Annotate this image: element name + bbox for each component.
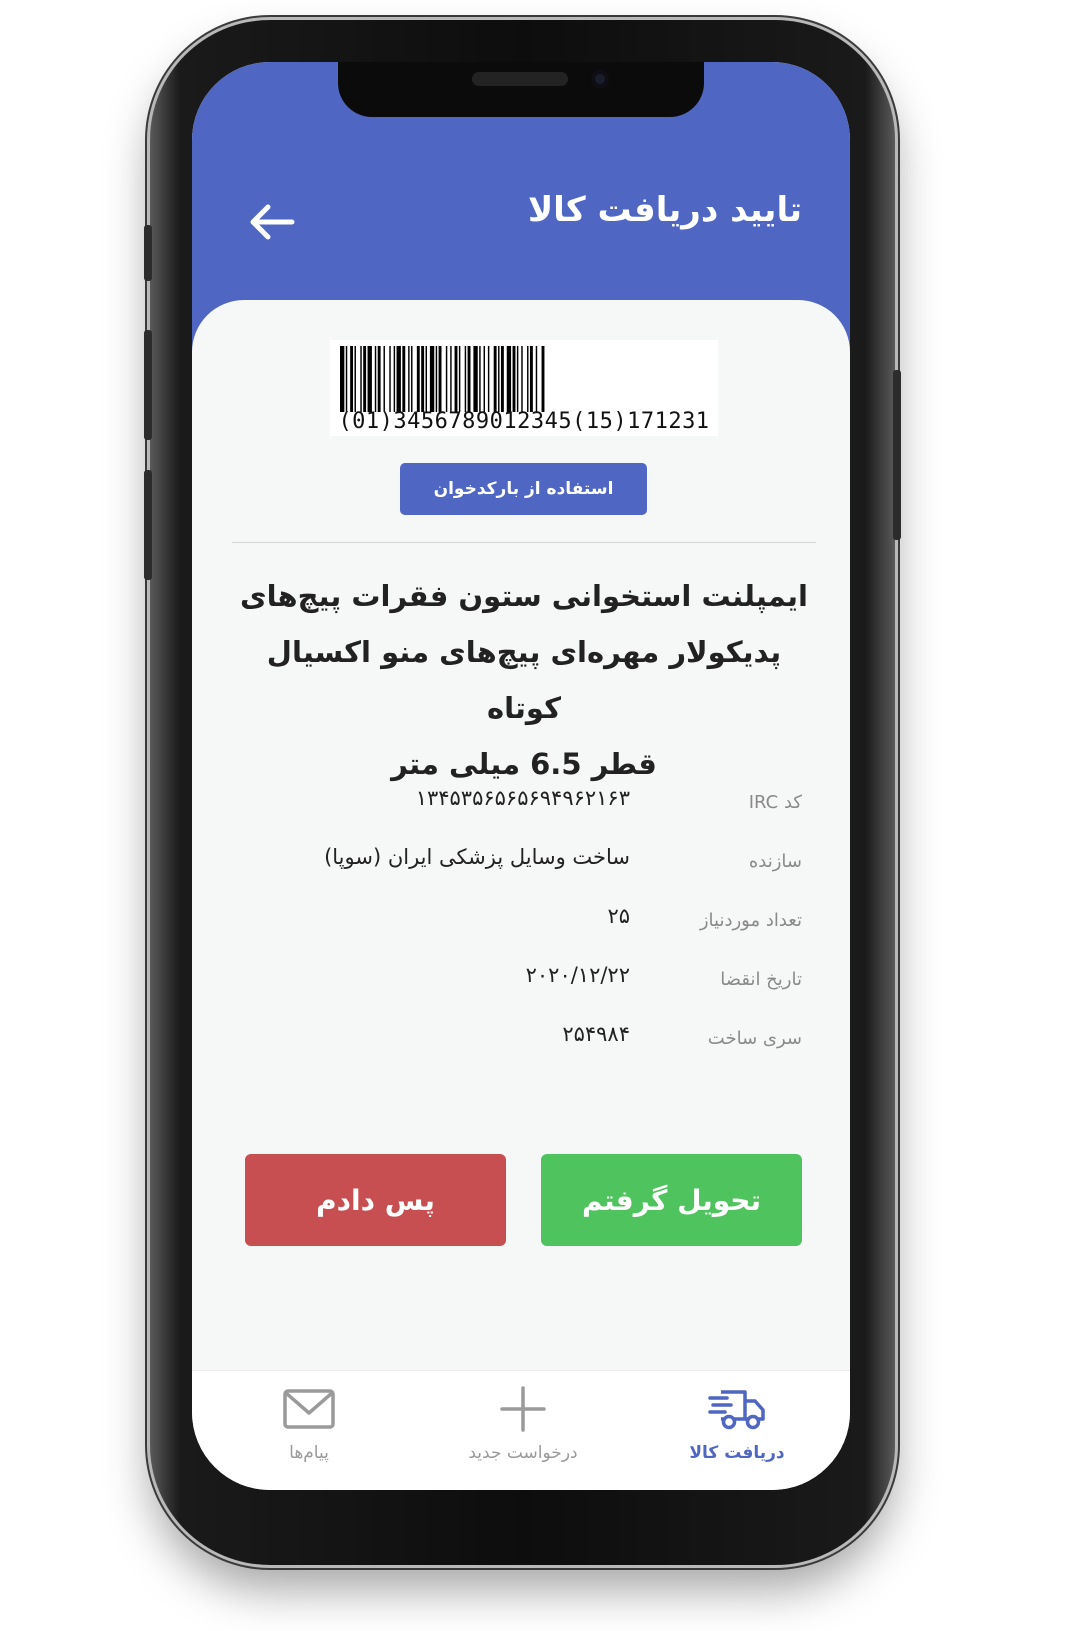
detail-label: کد IRC (748, 792, 802, 813)
notch (338, 62, 704, 117)
nav-label-new-request: درخواست جدید (468, 1443, 578, 1463)
back-arrow-icon[interactable] (248, 202, 296, 242)
truck-icon (708, 1390, 765, 1430)
detail-value: ۲۰۲۰/۱۲/۲۲ (525, 963, 630, 987)
product-name-line: قطر 6.5 میلی متر (391, 747, 657, 781)
receive-button[interactable]: تحویل گرفتم (541, 1154, 802, 1246)
detail-row-manufacturer: سازنده ساخت وسایل پزشکی ایران (سوپا) (192, 845, 850, 885)
mail-icon (283, 1389, 335, 1429)
detail-value: ساخت وسایل پزشکی ایران (سوپا) (324, 845, 630, 869)
volume-up-button (144, 330, 152, 440)
detail-value: ۱۳۴۵۳۵۶۵۶۵۶۹۴۹۶۲۱۶۳ (415, 786, 630, 810)
divider (232, 542, 816, 543)
nav-item-messages[interactable]: پیام‌ها (234, 1371, 384, 1490)
speaker-grille (472, 72, 568, 86)
return-button[interactable]: پس دادم (245, 1154, 506, 1246)
detail-row-irc: کد IRC ۱۳۴۵۳۵۶۵۶۵۶۹۴۹۶۲۱۶۳ (192, 786, 850, 826)
product-name: ایمپلنت استخوانی ستون فقرات پیچ‌های پدیک… (232, 568, 816, 792)
nav-label-messages: پیام‌ها (289, 1443, 329, 1463)
nav-item-new-request[interactable]: درخواست جدید (448, 1371, 598, 1490)
detail-label: سری ساخت (707, 1028, 802, 1049)
front-camera (591, 70, 609, 88)
detail-row-expiry: تاریخ انقضا ۲۰۲۰/۱۲/۲۲ (192, 963, 850, 1003)
detail-row-batch: سری ساخت ۲۵۴۹۸۴ (192, 1022, 850, 1062)
detail-value: ۲۵۴۹۸۴ (562, 1022, 630, 1046)
barcode-bars (340, 346, 545, 412)
detail-value: ۲۵ (607, 904, 630, 928)
nav-label-receive-goods: دریافت کالا (689, 1443, 785, 1463)
barcode: (01)3456789012345(15)171231 (330, 340, 718, 436)
page-title: تایید دریافت کالا (527, 190, 802, 230)
volume-down-button (144, 470, 152, 580)
barcode-scanner-button[interactable]: استفاده از بارکدخوان (400, 463, 647, 515)
power-button (893, 370, 901, 540)
product-name-line: ایمپلنت استخوانی ستون فقرات پیچ‌های (240, 579, 808, 613)
plus-icon (500, 1386, 546, 1432)
detail-row-quantity: تعداد موردنیاز ۲۵ (192, 904, 850, 944)
nav-item-receive-goods[interactable]: دریافت کالا (662, 1371, 812, 1490)
detail-label: تعداد موردنیاز (699, 910, 802, 931)
bottom-nav: پیام‌ها درخواست جدید دریافت کالا (192, 1370, 850, 1490)
barcode-number: (01)3456789012345(15)171231 (338, 409, 710, 434)
mute-switch (144, 225, 152, 281)
product-name-line: پدیکولار مهره‌ای پیچ‌های منو اکسیال کوتا… (266, 635, 782, 725)
screen: تایید دریافت کالا (01)3456789012345(15)1… (192, 62, 850, 1490)
detail-label: سازنده (748, 851, 802, 872)
detail-label: تاریخ انقضا (720, 969, 802, 990)
